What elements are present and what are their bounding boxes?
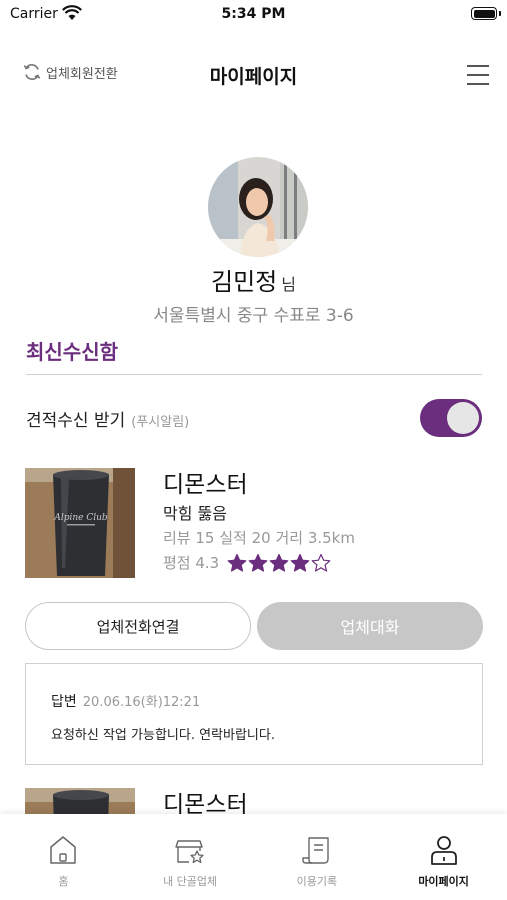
- bottom-tab-bar: 홈 내 단골업체 이용기록 마이페이지: [0, 814, 507, 900]
- status-bar: Carrier 5:34 PM: [0, 0, 507, 30]
- reply-message: 요청하신 작업 가능합니다. 연락바랍니다.: [51, 728, 275, 743]
- tab-mypage[interactable]: 마이페이지: [380, 814, 507, 900]
- star-filled-icon: [227, 553, 247, 572]
- person-icon: [430, 836, 457, 865]
- push-toggle-label-row: 견적수신 받기 (푸시알림): [26, 406, 189, 431]
- star-filled-icon: [248, 553, 268, 572]
- status-time: 5:34 PM: [221, 6, 286, 22]
- tab-label: 마이페이지: [418, 875, 469, 888]
- inbox-title: 최신수신함: [26, 340, 118, 364]
- profile-address: 서울특별시 중구 수표로 3-6: [153, 306, 354, 326]
- push-toggle-label: 견적수신 받기: [26, 411, 126, 431]
- company-thumbnail[interactable]: Alpine Club: [25, 468, 135, 578]
- switch-to-business-button[interactable]: 업체회원전환: [22, 62, 118, 82]
- rating-row: 평점 4.3: [163, 552, 331, 573]
- rating-text: 평점 4.3: [163, 554, 220, 572]
- tab-label: 이용기록: [296, 875, 338, 888]
- app-header: 업체회원전환 마이페이지: [0, 48, 507, 100]
- avatar: [208, 157, 308, 257]
- star-empty-icon: [311, 553, 331, 572]
- company-name[interactable]: 디몬스터: [163, 465, 248, 499]
- star-rating: [227, 553, 331, 573]
- company-service: 막힘 뚫음: [163, 504, 227, 523]
- refresh-icon: [23, 64, 41, 80]
- switch-to-business-label: 업체회원전환: [46, 66, 118, 82]
- call-company-button[interactable]: 업체전화연결: [25, 602, 251, 650]
- profile-name: 김민정: [211, 268, 278, 296]
- battery-icon: [471, 7, 497, 20]
- star-filled-icon: [269, 553, 289, 572]
- home-icon: [50, 836, 77, 864]
- battery-tip: [499, 11, 501, 16]
- menu-icon[interactable]: [467, 65, 489, 85]
- favorite-shop-icon: [175, 840, 204, 864]
- profile-name-row: 김민정 님: [0, 262, 507, 297]
- tab-label: 내 단골업체: [163, 875, 218, 888]
- company-stats: 리뷰 15 실적 20 거리 3.5km: [163, 529, 355, 547]
- toggle-knob: [447, 402, 479, 434]
- tab-label: 홈: [58, 875, 69, 888]
- section-divider: [26, 374, 482, 375]
- reply-box: 답변 20.06.16(화)12:21 요청하신 작업 가능합니다. 연락바랍니…: [25, 663, 483, 765]
- reply-label: 답변: [51, 694, 77, 710]
- reply-header: 답변 20.06.16(화)12:21: [51, 691, 200, 711]
- tab-history[interactable]: 이용기록: [254, 814, 381, 900]
- history-scroll-icon: [302, 837, 329, 864]
- tab-home[interactable]: 홈: [0, 814, 127, 900]
- profile-name-suffix: 님: [281, 275, 296, 294]
- cup-logo-text: Alpine Club: [53, 513, 108, 523]
- tab-favorites[interactable]: 내 단골업체: [127, 814, 254, 900]
- chat-company-button[interactable]: 업체대화: [257, 602, 483, 650]
- push-notification-toggle[interactable]: [420, 399, 482, 437]
- push-toggle-sublabel: (푸시알림): [131, 415, 190, 430]
- star-filled-icon: [290, 553, 310, 572]
- reply-date: 20.06.16(화)12:21: [82, 695, 201, 710]
